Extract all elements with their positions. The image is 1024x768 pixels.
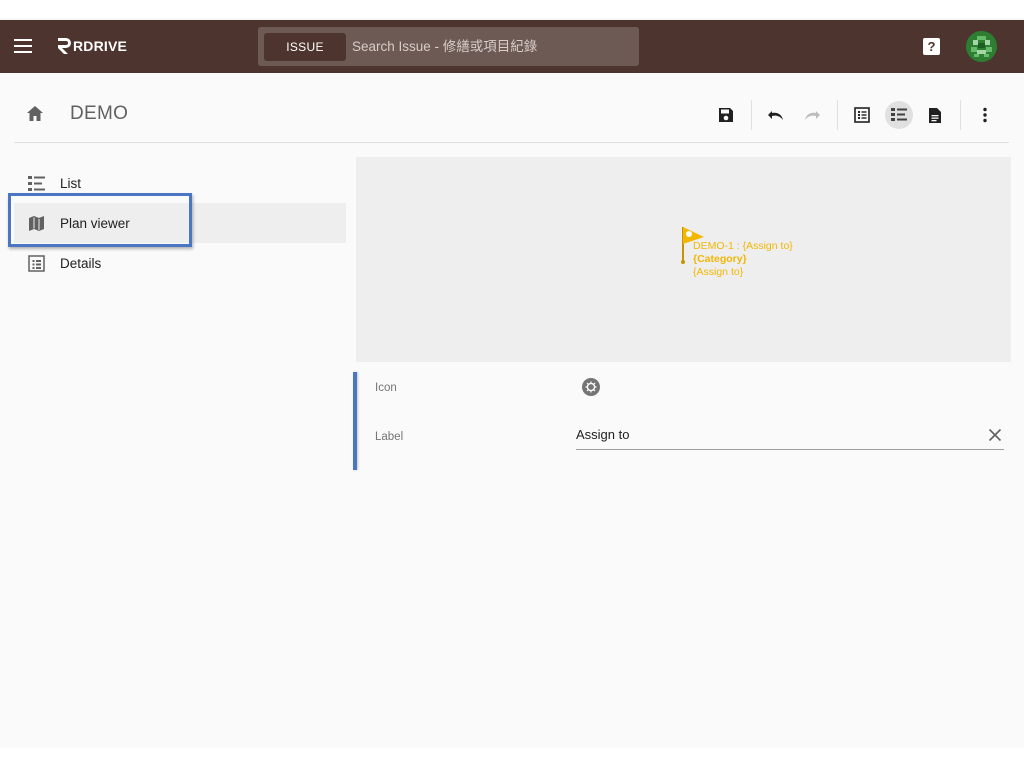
sidebar-item-plan-viewer[interactable]: Plan viewer xyxy=(14,203,346,243)
header-divider xyxy=(14,142,1009,143)
search-scope-chip[interactable]: ISSUE xyxy=(264,32,346,61)
list-view-icon xyxy=(854,107,870,123)
search-input[interactable] xyxy=(352,32,633,61)
gear-icon xyxy=(585,381,597,393)
redo-icon xyxy=(805,111,820,120)
marker-style-form: Icon Label Assign to xyxy=(353,372,1013,470)
page-title: DEMO xyxy=(70,103,129,124)
avatar-identicon xyxy=(966,31,997,62)
marker-assignee: {Assign to} xyxy=(693,266,744,278)
logo-mark-icon xyxy=(58,38,71,54)
icon-field-label: Icon xyxy=(375,382,397,394)
list-icon xyxy=(28,176,45,191)
list-view-button[interactable] xyxy=(848,101,876,129)
search-bar: ISSUE xyxy=(258,27,639,66)
redo-button[interactable] xyxy=(798,101,826,129)
toolbar-divider xyxy=(837,100,838,130)
sidebar-item-label: List xyxy=(60,175,82,191)
marker-category: {Category} xyxy=(693,253,747,265)
menu-icon[interactable] xyxy=(14,37,32,55)
undo-icon xyxy=(768,111,783,120)
sidebar-item-list[interactable]: List xyxy=(14,163,346,203)
save-button[interactable] xyxy=(712,101,740,129)
sidebar-item-details[interactable]: Details xyxy=(14,243,346,283)
home-icon[interactable] xyxy=(26,105,44,122)
toolbar-divider xyxy=(960,100,961,130)
document-button[interactable] xyxy=(921,101,949,129)
app-logo[interactable]: RDRIVE xyxy=(56,35,127,57)
toolbar-divider xyxy=(751,100,752,130)
app-bar: RDRIVE ISSUE ? xyxy=(0,20,1024,73)
logo-text: RDRIVE xyxy=(73,38,128,54)
sidebar-nav: List Plan viewer Details xyxy=(14,163,346,283)
label-field-label: Label xyxy=(375,431,404,443)
help-icon[interactable]: ? xyxy=(923,38,940,55)
undo-button[interactable] xyxy=(762,101,790,129)
save-icon xyxy=(719,108,733,122)
document-icon xyxy=(929,107,941,123)
details-icon xyxy=(28,255,45,272)
grouped-view-button[interactable] xyxy=(885,101,913,129)
avatar[interactable] xyxy=(966,31,997,62)
marker-title: DEMO-1 : {Assign to} xyxy=(693,240,793,252)
marker-labels: DEMO-1 : {Assign to} {Category} {Assign … xyxy=(693,240,793,279)
page-header: DEMO xyxy=(0,73,1024,143)
main-content: DEMO List Plan viewer Details Icon Label… xyxy=(0,73,1024,748)
close-icon[interactable] xyxy=(988,428,1002,442)
sidebar-item-label: Details xyxy=(60,255,102,271)
map-icon xyxy=(29,216,44,231)
more-options-button[interactable] xyxy=(971,101,999,129)
label-input[interactable]: Assign to xyxy=(576,427,956,442)
grouped-view-icon xyxy=(891,108,907,121)
label-field: Assign to xyxy=(576,424,1004,450)
more-vert-icon xyxy=(983,107,987,123)
form-accent-bar xyxy=(353,372,357,470)
sidebar-item-label: Plan viewer xyxy=(60,215,130,231)
icon-picker[interactable] xyxy=(582,378,600,396)
